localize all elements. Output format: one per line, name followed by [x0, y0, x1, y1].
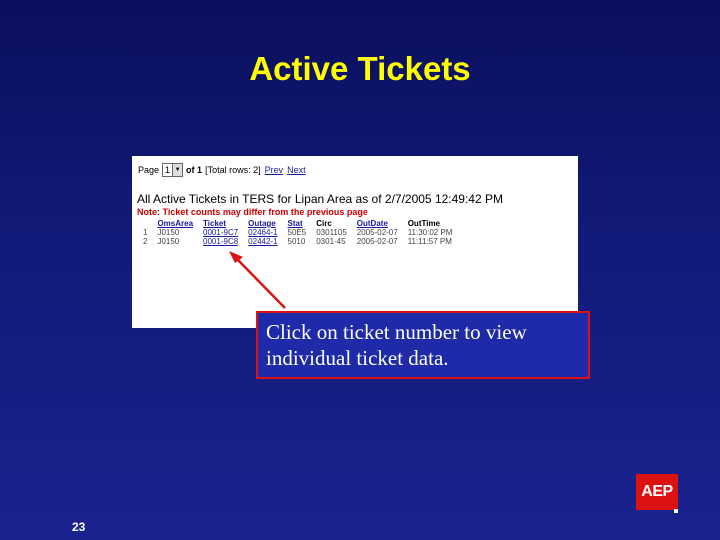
cell-outdate: 2005-02-07 — [356, 228, 398, 237]
table-row: 1 J0150 0001-9C7 02464-1 50E5 0301105 20… — [138, 228, 457, 237]
next-link[interactable]: Next — [287, 165, 306, 175]
col-header-outage[interactable]: Outage — [243, 219, 282, 228]
col-header-outtime: OutTime — [407, 219, 441, 228]
pager: Page 1 ▼ of 1 [Total rows: 2] Prev Next — [138, 163, 306, 177]
prev-link[interactable]: Prev — [265, 165, 284, 175]
outage-link[interactable]: 02442-1 — [243, 237, 282, 246]
col-header-omsarea[interactable]: OmsArea — [152, 219, 198, 228]
cell-stat: 50E5 — [287, 228, 307, 237]
cell-outtime: 11:11:57 PM — [407, 237, 452, 246]
total-rows: [Total rows: 2] — [205, 165, 261, 175]
page-select-value: 1 — [165, 165, 171, 175]
outage-link[interactable]: 02464-1 — [243, 228, 282, 237]
col-header-ticket[interactable]: Ticket — [198, 219, 243, 228]
tickets-screenshot: Page 1 ▼ of 1 [Total rows: 2] Prev Next … — [132, 156, 578, 328]
table-row: 2 J0150 0001-9C8 02442-1 5010 0301-45 20… — [138, 237, 457, 246]
page-number: 23 — [72, 520, 86, 534]
tickets-table: OmsArea Ticket Outage Stat Circ OutDate … — [138, 219, 457, 246]
page-label: Page — [138, 165, 160, 175]
report-note: Note: Ticket counts may differ from the … — [137, 207, 368, 217]
col-header-stat[interactable]: Stat — [283, 219, 312, 228]
cell-omsarea: J0150 — [157, 228, 180, 237]
cell-omsarea: J0150 — [157, 237, 180, 246]
page-of: of 1 — [186, 165, 203, 175]
cell-circ: 0301105 — [316, 228, 347, 237]
cell-index: 2 — [143, 237, 148, 246]
page-select[interactable]: 1 ▼ — [162, 163, 184, 177]
table-header-row: OmsArea Ticket Outage Stat Circ OutDate … — [138, 219, 457, 228]
col-header-index — [138, 219, 152, 228]
ticket-link[interactable]: 0001-9C7 — [198, 228, 243, 237]
ticket-link[interactable]: 0001-9C8 — [198, 237, 243, 246]
cell-circ: 0301-45 — [316, 237, 346, 246]
slide-title: Active Tickets — [249, 50, 471, 87]
cell-outdate: 2005-02-07 — [356, 237, 398, 246]
cell-outtime: 11:30:02 PM — [407, 228, 453, 237]
col-header-outdate[interactable]: OutDate — [352, 219, 403, 228]
cell-index: 1 — [143, 228, 148, 237]
report-heading: All Active Tickets in TERS for Lipan Are… — [137, 192, 503, 206]
aep-logo: AEP — [636, 474, 678, 510]
cell-stat: 5010 — [287, 237, 306, 246]
callout-box: Click on ticket number to view individua… — [256, 311, 590, 379]
logo-dot — [674, 509, 678, 513]
chevron-down-icon[interactable]: ▼ — [172, 164, 183, 176]
col-header-circ: Circ — [316, 219, 332, 228]
